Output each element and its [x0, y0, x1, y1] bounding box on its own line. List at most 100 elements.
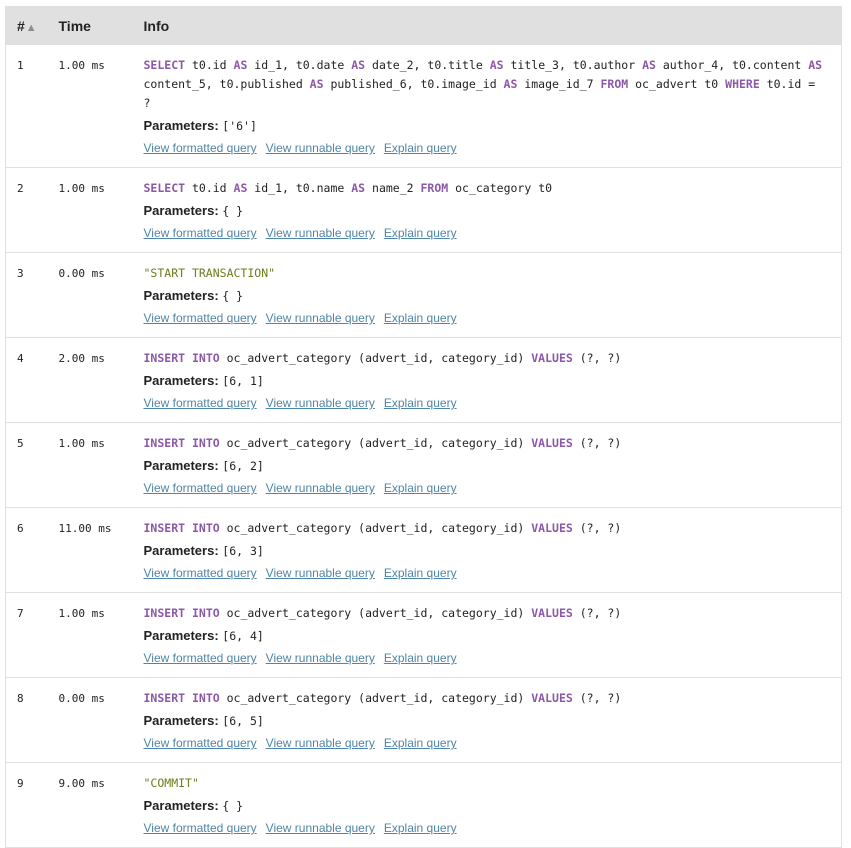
sql-text: (?, ?)	[572, 691, 622, 705]
view-formatted-query-link[interactable]: View formatted query	[144, 141, 257, 155]
view-runnable-query-link[interactable]: View runnable query	[266, 821, 375, 835]
sql-text: (?, ?)	[572, 606, 622, 620]
explain-query-link[interactable]: Explain query	[384, 311, 457, 325]
view-formatted-query-link[interactable]: View formatted query	[144, 566, 257, 580]
sql-string: "COMMIT"	[143, 776, 199, 790]
parameters-label: Parameters:	[143, 288, 219, 303]
view-formatted-query-link[interactable]: View formatted query	[144, 396, 257, 410]
parameters-label: Parameters:	[143, 543, 219, 558]
explain-query-link[interactable]: Explain query	[384, 651, 457, 665]
query-number: 9	[5, 762, 48, 848]
view-formatted-query-link[interactable]: View formatted query	[144, 651, 257, 665]
table-row: 1 1.00 ms SELECT t0.id AS id_1, t0.date AS…	[5, 44, 842, 168]
explain-query-link[interactable]: Explain query	[384, 226, 457, 240]
view-runnable-query-link[interactable]: View runnable query	[266, 226, 375, 240]
sql-keyword: AS	[503, 77, 518, 91]
sql-text: oc_category t0	[448, 181, 553, 195]
query-parameters: Parameters: [6, 1]	[144, 371, 828, 391]
sql-text: date_2, t0.title	[365, 58, 490, 72]
view-runnable-query-link[interactable]: View runnable query	[266, 481, 375, 495]
query-links: View formatted query View runnable query E…	[144, 819, 828, 838]
column-header-number[interactable]: #▲	[5, 6, 48, 45]
sql-text: oc_advert_category (advert_id, category_…	[219, 521, 532, 535]
query-time: 1.00 ms	[47, 167, 125, 253]
sql-keyword: INSERT	[143, 436, 186, 450]
table-row: 9 9.00 ms "COMMIT" Parameters: { } View form…	[5, 762, 842, 848]
sql-text: t0.id	[185, 58, 234, 72]
sql-text: oc_advert_category (advert_id, category_…	[219, 351, 532, 365]
query-time: 1.00 ms	[47, 422, 125, 508]
table-header-row: #▲ Time Info	[5, 6, 842, 45]
query-time: 0.00 ms	[47, 677, 125, 763]
sql-keyword: INTO	[191, 436, 220, 450]
sql-keyword: VALUES	[531, 606, 573, 620]
explain-query-link[interactable]: Explain query	[384, 566, 457, 580]
parameters-value: ['6']	[222, 119, 257, 133]
parameters-label: Parameters:	[143, 373, 219, 388]
view-formatted-query-link[interactable]: View formatted query	[144, 311, 257, 325]
explain-query-link[interactable]: Explain query	[384, 396, 457, 410]
explain-query-link[interactable]: Explain query	[384, 481, 457, 495]
sql-keyword: SELECT	[143, 58, 186, 72]
query-time: 1.00 ms	[47, 44, 125, 168]
sql-keyword: SELECT	[143, 181, 186, 195]
view-runnable-query-link[interactable]: View runnable query	[266, 651, 375, 665]
column-header-time: Time	[47, 6, 125, 45]
sql-keyword: AS	[489, 58, 504, 72]
query-info: INSERT INTO oc_advert_category (advert_i…	[124, 507, 842, 593]
view-formatted-query-link[interactable]: View formatted query	[144, 736, 257, 750]
view-formatted-query-link[interactable]: View formatted query	[144, 226, 257, 240]
query-links: View formatted query View runnable query E…	[144, 479, 828, 498]
view-runnable-query-link[interactable]: View runnable query	[266, 141, 375, 155]
parameters-value: [6, 3]	[222, 544, 264, 558]
sql-text: published_6, t0.image_id	[323, 77, 504, 91]
query-links: View formatted query View runnable query E…	[144, 139, 828, 158]
table-row: 4 2.00 ms INSERT INTO oc_advert_category (…	[5, 337, 842, 423]
view-runnable-query-link[interactable]: View runnable query	[266, 566, 375, 580]
explain-query-link[interactable]: Explain query	[384, 821, 457, 835]
query-info: SELECT t0.id AS id_1, t0.name AS name_2 …	[124, 167, 842, 253]
sql-keyword: AS	[351, 181, 366, 195]
sql-query: SELECT t0.id AS id_1, t0.date AS date_2,…	[144, 56, 828, 113]
query-parameters: Parameters: ['6']	[144, 116, 828, 136]
query-number: 2	[5, 167, 48, 253]
explain-query-link[interactable]: Explain query	[384, 736, 457, 750]
parameters-value: [6, 5]	[222, 714, 264, 728]
sql-keyword: INTO	[191, 691, 220, 705]
query-number: 1	[5, 44, 48, 168]
view-runnable-query-link[interactable]: View runnable query	[266, 396, 375, 410]
sql-keyword: VALUES	[531, 521, 573, 535]
sql-text: oc_advert_category (advert_id, category_…	[219, 691, 532, 705]
column-header-number-label: #	[17, 17, 25, 34]
sql-text: name_2	[365, 181, 421, 195]
view-formatted-query-link[interactable]: View formatted query	[144, 481, 257, 495]
parameters-label: Parameters:	[143, 458, 219, 473]
query-number: 3	[5, 252, 48, 338]
view-runnable-query-link[interactable]: View runnable query	[266, 736, 375, 750]
view-formatted-query-link[interactable]: View formatted query	[144, 821, 257, 835]
sql-keyword: INTO	[191, 606, 220, 620]
query-info: INSERT INTO oc_advert_category (advert_i…	[124, 337, 842, 423]
sql-text: oc_advert t0	[628, 77, 726, 91]
sql-keyword: INSERT	[143, 521, 186, 535]
query-parameters: Parameters: [6, 2]	[144, 456, 828, 476]
parameters-value: [6, 4]	[222, 629, 264, 643]
query-number: 7	[5, 592, 48, 678]
query-links: View formatted query View runnable query E…	[144, 649, 828, 668]
sql-query: INSERT INTO oc_advert_category (advert_i…	[144, 349, 828, 368]
sql-text: (?, ?)	[572, 521, 622, 535]
sql-text: author_4, t0.content	[655, 58, 809, 72]
query-time: 1.00 ms	[47, 592, 125, 678]
sort-up-icon[interactable]: ▲	[26, 22, 37, 34]
view-runnable-query-link[interactable]: View runnable query	[266, 311, 375, 325]
sql-query: "COMMIT"	[144, 774, 828, 793]
query-number: 8	[5, 677, 48, 763]
sql-query: INSERT INTO oc_advert_category (advert_i…	[144, 434, 828, 453]
explain-query-link[interactable]: Explain query	[384, 141, 457, 155]
query-parameters: Parameters: [6, 4]	[144, 626, 828, 646]
sql-keyword: FROM	[600, 77, 629, 91]
column-header-info: Info	[124, 6, 842, 45]
query-time: 2.00 ms	[47, 337, 125, 423]
